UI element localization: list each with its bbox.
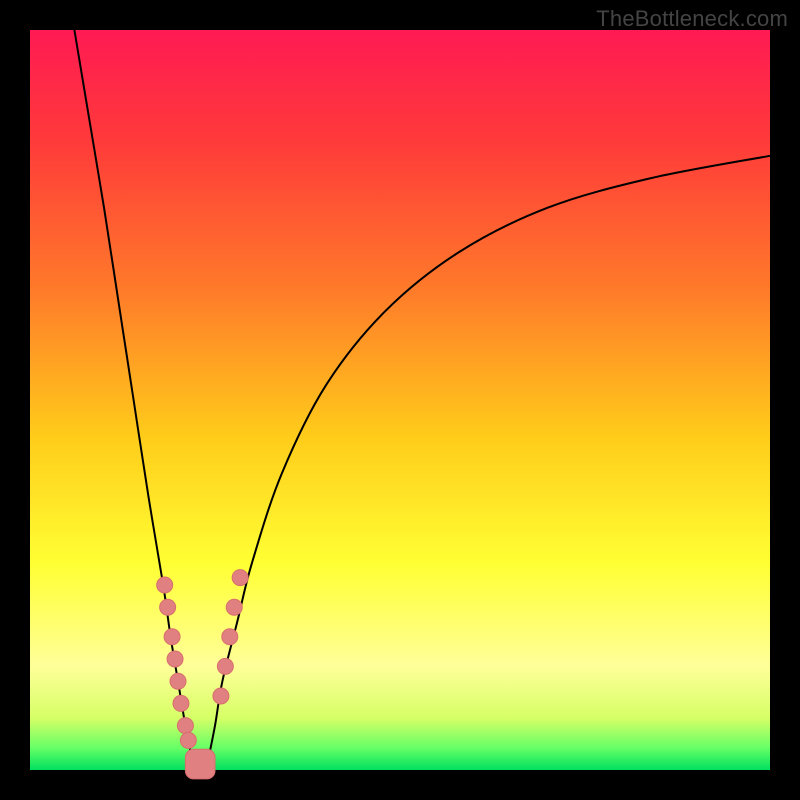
plot-svg <box>30 30 770 770</box>
data-marker <box>226 599 242 615</box>
chart-stage: TheBottleneck.com <box>0 0 800 800</box>
data-marker <box>180 732 196 748</box>
data-marker <box>157 577 173 593</box>
watermark-text: TheBottleneck.com <box>596 6 788 32</box>
data-marker <box>167 651 183 667</box>
data-marker <box>170 673 186 689</box>
data-marker <box>232 570 248 586</box>
markers-right <box>213 570 248 704</box>
data-marker <box>164 629 180 645</box>
data-marker <box>217 658 233 674</box>
data-marker <box>222 629 238 645</box>
data-marker <box>173 695 189 711</box>
data-marker <box>160 599 176 615</box>
chart-frame <box>30 30 770 770</box>
markers-left <box>157 577 197 748</box>
data-marker <box>213 688 229 704</box>
data-marker <box>177 718 193 734</box>
floor-blob <box>185 749 215 779</box>
curve-right <box>208 156 770 763</box>
